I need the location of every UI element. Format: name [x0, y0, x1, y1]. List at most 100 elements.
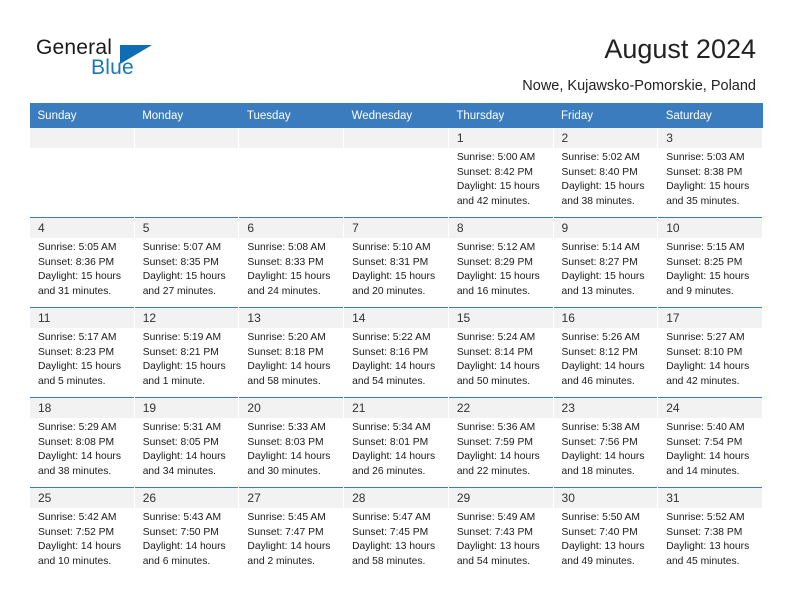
- calendar-day-cell[interactable]: 29 Sunrise: 5:49 AM Sunset: 7:43 PM Dayligh…: [447, 487, 554, 577]
- day-details: Sunrise: 5:27 AM Sunset: 8:10 PM Daylight:…: [658, 328, 762, 389]
- weekday-header-saturday: Saturday: [657, 103, 763, 128]
- calendar-day-cell[interactable]: 23 Sunrise: 5:38 AM Sunset: 7:56 PM Dayligh…: [552, 397, 659, 488]
- calendar-day-cell[interactable]: 19 Sunrise: 5:31 AM Sunset: 8:05 PM Dayligh…: [133, 397, 240, 488]
- calendar-day-cell[interactable]: 15 Sunrise: 5:24 AM Sunset: 8:14 PM Dayligh…: [447, 307, 554, 398]
- calendar-day-cell[interactable]: 20 Sunrise: 5:33 AM Sunset: 8:03 PM Dayligh…: [238, 397, 345, 488]
- calendar-day-cell[interactable]: 18 Sunrise: 5:29 AM Sunset: 8:08 PM Dayligh…: [29, 397, 135, 488]
- daylight-text-line2: and 14 minutes.: [666, 465, 740, 477]
- day-details: Sunrise: 5:29 AM Sunset: 8:08 PM Daylight:…: [30, 418, 134, 479]
- calendar-body: 1 Sunrise: 5:00 AM Sunset: 8:42 PM Daylight…: [29, 128, 763, 577]
- sunset-text: Sunset: 7:54 PM: [666, 436, 743, 448]
- calendar-day-cell[interactable]: 21 Sunrise: 5:34 AM Sunset: 8:01 PM Dayligh…: [343, 397, 449, 488]
- calendar-day-cell-empty: [343, 128, 449, 218]
- day-number: 12: [134, 308, 239, 328]
- daylight-text-line1: Daylight: 14 hours: [666, 361, 750, 373]
- calendar-day-cell[interactable]: 25 Sunrise: 5:42 AM Sunset: 7:52 PM Dayligh…: [29, 487, 135, 577]
- calendar-day-cell[interactable]: 1 Sunrise: 5:00 AM Sunset: 8:42 PM Daylight…: [447, 128, 554, 218]
- daylight-text-line2: and 5 minutes.: [38, 375, 106, 387]
- daylight-text-line2: and 38 minutes.: [38, 465, 112, 477]
- sunset-text: Sunset: 7:50 PM: [142, 526, 219, 538]
- day-details: Sunrise: 5:22 AM Sunset: 8:16 PM Daylight:…: [344, 328, 448, 389]
- calendar-day-cell[interactable]: 11 Sunrise: 5:17 AM Sunset: 8:23 PM Dayligh…: [29, 307, 135, 398]
- daylight-text-line2: and 34 minutes.: [142, 465, 216, 477]
- daylight-text-line2: and 42 minutes.: [666, 375, 740, 387]
- daylight-text-line1: Daylight: 14 hours: [456, 451, 540, 463]
- calendar-day-cell[interactable]: 4 Sunrise: 5:05 AM Sunset: 8:36 PM Daylight…: [29, 217, 135, 308]
- sunrise-text: Sunrise: 5:40 AM: [666, 422, 745, 433]
- calendar-week-row: 25 Sunrise: 5:42 AM Sunset: 7:52 PM Dayligh…: [29, 487, 763, 577]
- calendar-day-cell[interactable]: 12 Sunrise: 5:19 AM Sunset: 8:21 PM Dayligh…: [133, 307, 240, 398]
- daylight-text-line1: Daylight: 15 hours: [142, 271, 226, 283]
- sunset-text: Sunset: 8:29 PM: [456, 256, 533, 268]
- day-details: Sunrise: 5:12 AM Sunset: 8:29 PM Daylight:…: [449, 238, 553, 299]
- daylight-text-line1: Daylight: 15 hours: [561, 181, 645, 193]
- calendar-day-cell[interactable]: 13 Sunrise: 5:20 AM Sunset: 8:18 PM Dayligh…: [238, 307, 345, 398]
- calendar-day-cell[interactable]: 2 Sunrise: 5:02 AM Sunset: 8:40 PM Daylight…: [552, 128, 659, 218]
- daylight-text-line1: Daylight: 14 hours: [352, 451, 436, 463]
- calendar-day-cell[interactable]: 8 Sunrise: 5:12 AM Sunset: 8:29 PM Daylight…: [447, 217, 554, 308]
- day-number: [344, 128, 448, 148]
- daylight-text-line1: Daylight: 13 hours: [352, 541, 436, 553]
- calendar-day-cell[interactable]: 24 Sunrise: 5:40 AM Sunset: 7:54 PM Dayligh…: [657, 397, 763, 488]
- day-number: 16: [553, 308, 658, 328]
- daylight-text-line1: Daylight: 14 hours: [561, 451, 645, 463]
- day-number: 13: [239, 308, 344, 328]
- calendar-day-cell[interactable]: 5 Sunrise: 5:07 AM Sunset: 8:35 PM Daylight…: [133, 217, 240, 308]
- sunset-text: Sunset: 8:38 PM: [666, 166, 743, 178]
- day-details: Sunrise: 5:17 AM Sunset: 8:23 PM Daylight:…: [30, 328, 134, 389]
- sunset-text: Sunset: 7:45 PM: [352, 526, 429, 538]
- calendar-day-cell[interactable]: 17 Sunrise: 5:27 AM Sunset: 8:10 PM Dayligh…: [657, 307, 763, 398]
- sunset-text: Sunset: 8:01 PM: [352, 436, 429, 448]
- sunrise-text: Sunrise: 5:38 AM: [561, 422, 640, 433]
- calendar-day-cell[interactable]: 31 Sunrise: 5:52 AM Sunset: 7:38 PM Dayligh…: [657, 487, 763, 577]
- calendar-day-cell[interactable]: 14 Sunrise: 5:22 AM Sunset: 8:16 PM Dayligh…: [343, 307, 449, 398]
- sunset-text: Sunset: 7:47 PM: [247, 526, 324, 538]
- calendar-day-cell[interactable]: 28 Sunrise: 5:47 AM Sunset: 7:45 PM Dayligh…: [343, 487, 449, 577]
- daylight-text-line2: and 18 minutes.: [561, 465, 635, 477]
- location-subtitle: Nowe, Kujawsko-Pomorskie, Poland: [522, 78, 756, 94]
- daylight-text-line1: Daylight: 14 hours: [247, 361, 331, 373]
- daylight-text-line1: Daylight: 15 hours: [38, 271, 121, 283]
- sunset-text: Sunset: 8:25 PM: [666, 256, 743, 268]
- daylight-text-line1: Daylight: 15 hours: [456, 181, 540, 193]
- sunrise-text: Sunrise: 5:31 AM: [142, 422, 222, 433]
- daylight-text-line1: Daylight: 13 hours: [666, 541, 750, 553]
- sunrise-text: Sunrise: 5:36 AM: [456, 422, 536, 433]
- sunset-text: Sunset: 8:12 PM: [561, 346, 638, 358]
- daylight-text-line1: Daylight: 14 hours: [142, 541, 226, 553]
- daylight-text-line1: Daylight: 14 hours: [456, 361, 540, 373]
- calendar-day-cell[interactable]: 9 Sunrise: 5:14 AM Sunset: 8:27 PM Daylight…: [552, 217, 659, 308]
- sunrise-text: Sunrise: 5:49 AM: [456, 512, 536, 523]
- daylight-text-line1: Daylight: 15 hours: [561, 271, 645, 283]
- day-details: Sunrise: 5:02 AM Sunset: 8:40 PM Daylight:…: [554, 148, 658, 209]
- daylight-text-line2: and 49 minutes.: [561, 555, 635, 567]
- calendar-day-cell-empty: [238, 128, 345, 218]
- brand-logo[interactable]: General Blue: [36, 36, 236, 84]
- sunset-text: Sunset: 7:52 PM: [38, 526, 115, 538]
- calendar-day-cell[interactable]: 26 Sunrise: 5:43 AM Sunset: 7:50 PM Dayligh…: [133, 487, 240, 577]
- calendar-page: General Blue August 2024 Nowe, Kujawsko-…: [0, 0, 792, 612]
- weekday-header-monday: Monday: [134, 103, 239, 128]
- sunrise-text: Sunrise: 5:22 AM: [352, 332, 431, 343]
- calendar-day-cell[interactable]: 27 Sunrise: 5:45 AM Sunset: 7:47 PM Dayligh…: [238, 487, 345, 577]
- calendar-day-cell[interactable]: 30 Sunrise: 5:50 AM Sunset: 7:40 PM Dayligh…: [552, 487, 659, 577]
- sunrise-text: Sunrise: 5:03 AM: [666, 152, 745, 163]
- sunrise-text: Sunrise: 5:19 AM: [142, 332, 222, 343]
- daylight-text-line2: and 20 minutes.: [352, 285, 426, 297]
- daylight-text-line2: and 45 minutes.: [666, 555, 740, 567]
- sunrise-text: Sunrise: 5:26 AM: [561, 332, 640, 343]
- daylight-text-line1: Daylight: 14 hours: [561, 361, 645, 373]
- calendar-day-cell[interactable]: 16 Sunrise: 5:26 AM Sunset: 8:12 PM Dayligh…: [552, 307, 659, 398]
- daylight-text-line2: and 58 minutes.: [352, 555, 426, 567]
- sunset-text: Sunset: 8:14 PM: [456, 346, 533, 358]
- calendar-day-cell[interactable]: 3 Sunrise: 5:03 AM Sunset: 8:38 PM Daylight…: [657, 128, 763, 218]
- calendar-day-cell[interactable]: 10 Sunrise: 5:15 AM Sunset: 8:25 PM Dayligh…: [657, 217, 763, 308]
- sunset-text: Sunset: 8:33 PM: [247, 256, 324, 268]
- daylight-text-line1: Daylight: 15 hours: [666, 271, 750, 283]
- calendar-day-cell[interactable]: 7 Sunrise: 5:10 AM Sunset: 8:31 PM Daylight…: [343, 217, 449, 308]
- calendar-day-cell[interactable]: 6 Sunrise: 5:08 AM Sunset: 8:33 PM Daylight…: [238, 217, 345, 308]
- day-number: 20: [239, 398, 344, 418]
- calendar-day-cell[interactable]: 22 Sunrise: 5:36 AM Sunset: 7:59 PM Dayligh…: [447, 397, 554, 488]
- calendar-header-row: Sunday Monday Tuesday Wednesday Thursday…: [29, 103, 763, 128]
- sunrise-text: Sunrise: 5:42 AM: [38, 512, 117, 523]
